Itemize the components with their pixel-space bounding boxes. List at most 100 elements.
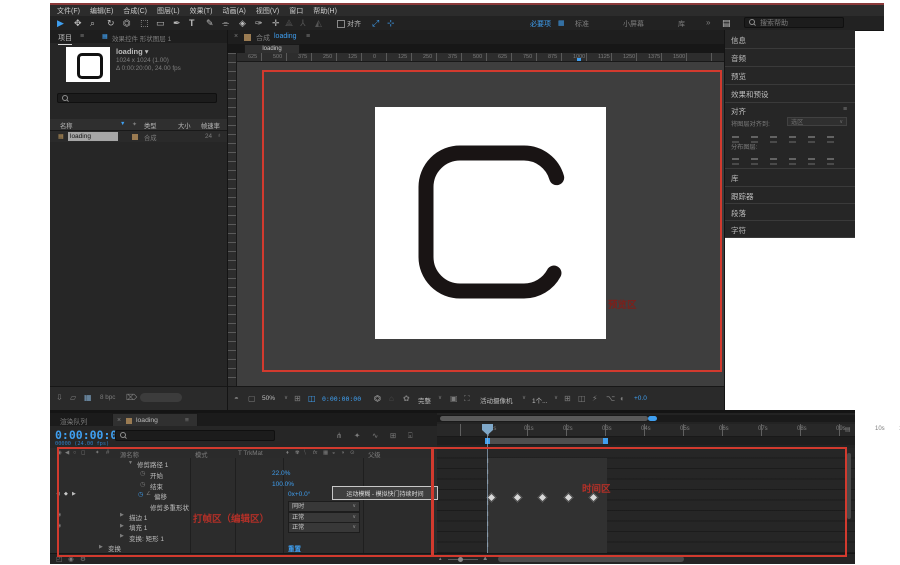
chart-icon[interactable]: ⊞ (390, 431, 396, 440)
tab-timeline-loading[interactable]: × loading ≡ (112, 413, 198, 426)
zoom-fit-icon[interactable]: ⤢ (372, 18, 379, 29)
sidebar-section-info[interactable]: 信息 (725, 30, 855, 49)
project-item-name[interactable]: loading ▾ (116, 47, 149, 56)
eraser-tool-icon[interactable]: ◈ (239, 18, 246, 29)
distribute-hcenter-icon[interactable] (807, 157, 816, 165)
workspace-libraries[interactable]: 库 (678, 19, 685, 29)
brackets-icon[interactable]: ⌻ (408, 431, 413, 441)
graph-editor-icon[interactable]: ∿ (372, 431, 378, 440)
workspace-overflow-chevrons[interactable]: » (706, 18, 710, 27)
keyframe-add-icon[interactable]: ◆ (64, 491, 68, 497)
column-type[interactable]: 类型 (144, 121, 157, 130)
keyframe-prev-icon[interactable]: ◀ (56, 491, 60, 497)
sidebar-section-effects-presets[interactable]: 效果和预设 (725, 84, 855, 103)
workspace-grid-icon[interactable]: ▦ (558, 19, 565, 27)
column-framerate[interactable]: 帧速率 (201, 121, 220, 130)
region-of-interest-icon[interactable]: ◫ (308, 394, 316, 403)
align-right-icon[interactable] (769, 135, 778, 143)
trim-multiple-shapes-dropdown[interactable]: 同时 ∨ (288, 501, 360, 512)
fill-blend-mode-dropdown[interactable]: 正常 ∨ (288, 522, 360, 533)
timeline-ruler[interactable]: 0s 01s 02s 03s 04s 05s 06s 07s 08s 09s 1… (437, 424, 900, 437)
sidebar-section-tracker[interactable]: 跟踪器 (725, 186, 855, 204)
brush-tool-icon[interactable]: ✎ (206, 18, 214, 29)
resolution-grid-icon[interactable]: ⊞ (294, 394, 301, 403)
new-folder-icon[interactable]: ▱ (70, 393, 76, 402)
timeline-hscroll-track[interactable] (437, 415, 855, 422)
view-layout-dropdown[interactable]: 1个... (532, 395, 548, 405)
tab-effect-controls[interactable]: 效果控件 形状图层 1 (112, 33, 171, 43)
transparency-grid-icon[interactable]: ⛶ (464, 394, 470, 404)
stopwatch-active-icon[interactable]: ◷ (138, 491, 143, 498)
capture-panel-icon[interactable]: ▤ (722, 18, 731, 29)
tab-project[interactable]: 项目 (58, 33, 72, 45)
sidebar-section-libraries[interactable]: 库 (725, 168, 855, 187)
property-group-fill[interactable]: 填充 1 (129, 522, 147, 532)
timeline-zoom-slider-track[interactable] (448, 559, 478, 560)
property-end-value[interactable]: 100.0% (272, 481, 294, 488)
pen-tool-icon[interactable]: ✒ (173, 18, 181, 29)
mini-flowchart-icon[interactable]: ⌥ (606, 394, 615, 403)
timeline-hscroll-handle[interactable] (648, 416, 657, 421)
grid-guides-icon[interactable]: ⊹ (387, 18, 395, 29)
project-tab-menu-icon[interactable]: ≡ (80, 33, 84, 40)
stopwatch-icon[interactable]: ◷ (140, 481, 145, 488)
puppet-pin-tool-icon[interactable]: ✛ (272, 18, 280, 29)
axis-mode-world-icon[interactable]: ⅄ (300, 18, 306, 29)
transform-reset-link[interactable]: 重置 (288, 543, 301, 553)
menu-help[interactable]: 帮助(H) (313, 6, 337, 16)
axis-mode-view-icon[interactable]: ◭ (315, 18, 322, 29)
property-group-stroke[interactable]: 描边 1 (129, 512, 147, 522)
menu-edit[interactable]: 编辑(E) (90, 6, 113, 16)
property-end[interactable]: 结束 (150, 481, 163, 491)
comp-viewer[interactable] (237, 62, 725, 386)
view-layout-caret-icon[interactable]: ∨ (554, 395, 558, 401)
column-size[interactable]: 大小 (178, 121, 191, 130)
stroke-blend-mode-dropdown[interactable]: 正常 ∨ (288, 511, 360, 523)
camera-caret-icon[interactable]: ∨ (522, 395, 526, 401)
selection-tool-icon[interactable]: ▶ (57, 18, 64, 29)
distribute-bottom-icon[interactable] (769, 157, 778, 165)
timeline-bottom-scrollbar[interactable] (498, 556, 684, 562)
rotate-tool-icon[interactable]: ↻ (107, 18, 115, 29)
snapshot-icon[interactable]: ⏣ (374, 394, 381, 403)
comp-tab-menu-icon[interactable]: ≡ (306, 33, 310, 40)
twirl-icon[interactable]: ▼ (128, 460, 133, 466)
comp-tab-name[interactable]: loading (274, 33, 297, 40)
menu-file[interactable]: 文件(F) (57, 6, 80, 16)
snap-checkbox[interactable] (337, 20, 345, 28)
camera-tool-icon[interactable]: ⏣ (123, 18, 131, 29)
distribute-right-icon[interactable] (826, 157, 835, 165)
hand-tool-icon[interactable]: ✥ (74, 18, 82, 29)
toggle-switches-icon[interactable]: ◰ (56, 555, 62, 563)
camera-dropdown[interactable]: 活动摄像机 (480, 395, 513, 405)
comp-marker-button[interactable]: ▤ (845, 426, 851, 433)
project-flowchart-pill[interactable] (140, 393, 182, 402)
switch-motion-blur-icon[interactable]: ▦ (323, 450, 328, 456)
tab-render-queue[interactable]: 渲染队列 (60, 416, 87, 426)
channels-icon[interactable]: ◓ (234, 394, 239, 403)
tag-column-icon[interactable]: ✦ (132, 121, 137, 128)
label-color-chip[interactable] (132, 133, 138, 140)
roto-brush-tool-icon[interactable]: ✑ (255, 18, 263, 29)
composition-flowchart-icon[interactable]: ⋔ (336, 431, 342, 440)
pan-behind-tool-icon[interactable]: ⬚ (140, 18, 149, 29)
close-tab-icon[interactable]: × (117, 417, 121, 424)
comp-ruler-horizontal[interactable]: 625 500 375 250 125 0 125 250 375 500 62… (236, 53, 725, 62)
toggle-modes-icon[interactable]: ◉ (68, 555, 74, 563)
align-panel-title[interactable]: 对齐 (731, 106, 746, 117)
stopwatch-icon[interactable]: ◷ (140, 470, 145, 477)
work-area-bar[interactable] (488, 438, 606, 444)
menu-composition[interactable]: 合成(C) (123, 6, 147, 16)
workspace-active-essentials[interactable]: 必要项 (530, 19, 551, 29)
property-offset[interactable]: 偏移 (154, 491, 167, 501)
zoom-in-mountain-icon[interactable]: ▲ (482, 555, 488, 562)
menu-animation[interactable]: 动画(A) (223, 6, 246, 16)
align-panel-menu-icon[interactable]: ≡ (843, 106, 847, 113)
property-start[interactable]: 开始 (150, 470, 163, 480)
twirl-icon[interactable]: ▶ (120, 512, 124, 518)
project-search-box[interactable] (57, 93, 217, 103)
workspace-small-screen[interactable]: 小屏幕 (623, 19, 644, 29)
align-top-icon[interactable] (788, 135, 797, 143)
always-preview-icon[interactable]: ▢ (248, 394, 256, 403)
timeline-tab-menu-icon[interactable]: ≡ (185, 417, 189, 424)
